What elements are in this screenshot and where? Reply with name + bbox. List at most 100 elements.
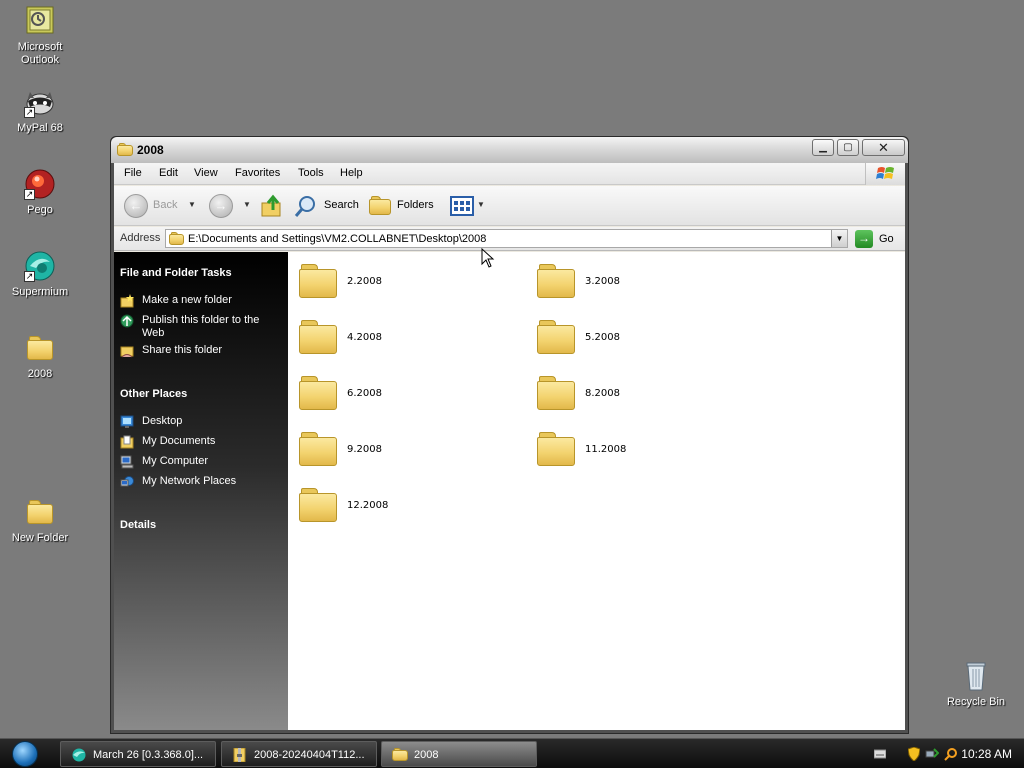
mypal-icon: ↗: [24, 86, 56, 118]
views-icon: [450, 196, 474, 216]
pego-icon: ↗: [24, 168, 56, 200]
folder-item[interactable]: 12.2008: [291, 484, 491, 528]
windows-orb-icon: [12, 741, 38, 767]
folder-item[interactable]: 4.2008: [291, 316, 491, 360]
desktop-icon-recycle-bin[interactable]: Recycle Bin: [937, 660, 1015, 709]
menu-favorites[interactable]: Favorites: [235, 167, 280, 179]
folder-icon: [24, 496, 56, 528]
folder-item[interactable]: 8.2008: [529, 372, 729, 416]
chevron-down-icon[interactable]: ▼: [188, 200, 196, 209]
file-folder-tasks-heading[interactable]: File and Folder Tasks: [120, 267, 232, 279]
address-bar: Address E:\Documents and Settings\VM2.CO…: [114, 227, 905, 251]
folder-name: 11.2008: [585, 444, 627, 455]
desktop-icon-label: Supermium: [11, 286, 69, 298]
search-icon[interactable]: [944, 747, 958, 761]
menu-edit[interactable]: Edit: [159, 167, 178, 179]
back-arrow-icon: ←: [124, 194, 148, 218]
chevron-down-icon[interactable]: ▼: [243, 200, 251, 209]
address-dropdown-button[interactable]: ▼: [831, 230, 847, 247]
folder-icon: [169, 232, 184, 245]
taskbar-item-march26[interactable]: March 26 [0.3.368.0]...: [60, 741, 216, 767]
desktop-icon-label: Pego: [27, 204, 53, 216]
folder-item[interactable]: 9.2008: [291, 428, 491, 472]
folder-item[interactable]: 5.2008: [529, 316, 729, 360]
folder-icon: [299, 432, 337, 466]
share-folder-icon: [120, 346, 134, 358]
folder-icon: [537, 264, 575, 298]
forward-button[interactable]: → ▼: [209, 194, 255, 218]
address-value: E:\Documents and Settings\VM2.COLLABNET\…: [188, 233, 487, 245]
standard-toolbar: ← Back ▼ → ▼ Search Folders ▼: [114, 186, 905, 226]
address-label: Address: [120, 232, 161, 244]
security-shield-icon[interactable]: [908, 747, 920, 761]
chevron-down-icon: ▼: [477, 200, 485, 209]
menu-view[interactable]: View: [194, 167, 218, 179]
folder-item[interactable]: 2.2008: [291, 260, 491, 304]
publish-web-icon: [120, 314, 134, 328]
taskbar: March 26 [0.3.368.0]... 2008-20240404T11…: [0, 738, 1024, 768]
desktop-icon-pego[interactable]: ↗ Pego: [1, 168, 79, 217]
desktop-icon-mypal[interactable]: ↗ MyPal 68: [1, 86, 79, 135]
menu-file[interactable]: File: [124, 167, 142, 179]
keyboard-icon[interactable]: [874, 749, 886, 759]
folder-item[interactable]: 6.2008: [291, 372, 491, 416]
folder-name: 3.2008: [585, 276, 620, 287]
address-input[interactable]: E:\Documents and Settings\VM2.COLLABNET\…: [165, 229, 848, 248]
close-button[interactable]: ✕: [862, 139, 905, 156]
shortcut-arrow-icon: ↗: [24, 189, 35, 200]
folder-name: 12.2008: [347, 500, 389, 511]
folder-icon: [299, 264, 337, 298]
up-folder-button[interactable]: [260, 194, 284, 218]
folder-name: 5.2008: [585, 332, 620, 343]
desktop-icon-label: Recycle Bin: [946, 696, 1006, 708]
new-folder-icon: [120, 294, 134, 308]
details-heading[interactable]: Details: [120, 519, 156, 531]
maximize-button[interactable]: ▢: [837, 139, 859, 156]
views-button[interactable]: ▼: [450, 194, 486, 218]
folder-icon: [299, 488, 337, 522]
window-body: File Edit View Favorites Tools Help ← Ba…: [114, 163, 905, 730]
task-pane: File and Folder Tasks Make a new folder …: [114, 252, 288, 730]
folder-item[interactable]: 3.2008: [529, 260, 729, 304]
minimize-button[interactable]: ▁: [812, 139, 834, 156]
desktop-icon-supermium[interactable]: ↗ Supermium: [1, 250, 79, 299]
desktop-icon-outlook[interactable]: Microsoft Outlook: [1, 5, 79, 67]
my-computer-icon: [120, 455, 134, 469]
other-places-heading[interactable]: Other Places: [120, 388, 187, 400]
forward-arrow-icon: →: [209, 194, 233, 218]
menu-bar: File Edit View Favorites Tools Help: [114, 163, 905, 185]
system-clock[interactable]: 10:28 AM: [961, 747, 1012, 761]
start-button[interactable]: [6, 740, 46, 768]
supermium-icon: [72, 748, 86, 762]
shortcut-arrow-icon: ↗: [24, 271, 35, 282]
desktop-icon-2008-folder[interactable]: 2008: [1, 332, 79, 381]
outlook-icon: [24, 5, 56, 37]
folders-button[interactable]: Folders: [369, 194, 439, 218]
supermium-icon: ↗: [24, 250, 56, 282]
taskbar-item-2008[interactable]: 2008: [381, 741, 537, 767]
menu-tools[interactable]: Tools: [298, 167, 324, 179]
back-button[interactable]: ← Back ▼: [124, 194, 196, 218]
window-titlebar[interactable]: 2008 ▁ ▢ ✕: [111, 137, 908, 163]
desktop-icon: [120, 415, 134, 428]
my-documents-icon: [120, 435, 134, 449]
mouse-cursor-icon: [481, 248, 495, 268]
window-title: 2008: [137, 143, 164, 157]
explorer-window: 2008 ▁ ▢ ✕ File Edit View Favorites Tool…: [110, 136, 909, 734]
search-button[interactable]: Search: [294, 194, 360, 218]
folder-icon: [537, 320, 575, 354]
folder-item[interactable]: 11.2008: [529, 428, 729, 472]
network-icon[interactable]: [925, 747, 939, 761]
recycle-bin-icon: [960, 660, 992, 692]
desktop-icon-label: New Folder: [11, 532, 69, 544]
folder-icon: [117, 143, 133, 156]
shortcut-arrow-icon: ↗: [24, 107, 35, 118]
taskbar-item-archive[interactable]: 2008-20240404T112...: [221, 741, 377, 767]
search-icon: [294, 196, 315, 217]
desktop-icon-new-folder[interactable]: New Folder: [1, 496, 79, 545]
menu-help[interactable]: Help: [340, 167, 363, 179]
desktop-icon-label: 2008: [27, 368, 53, 380]
desktop-icon-label: Microsoft Outlook: [17, 41, 63, 66]
system-tray: 10:28 AM: [864, 739, 1024, 768]
folder-content-area[interactable]: 2.2008 3.2008 4.2008 5.2008 6.2008 8.200…: [288, 252, 905, 730]
